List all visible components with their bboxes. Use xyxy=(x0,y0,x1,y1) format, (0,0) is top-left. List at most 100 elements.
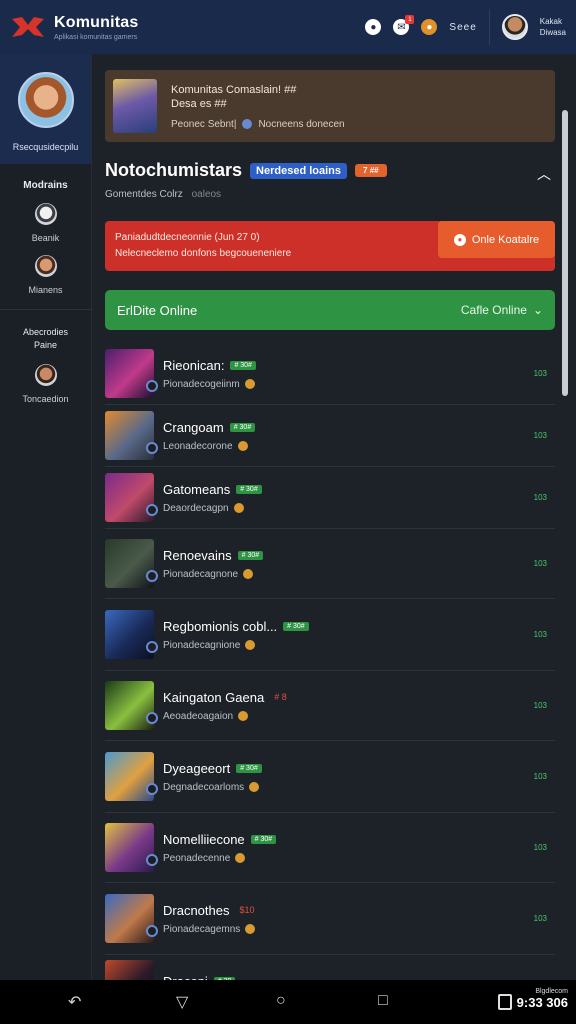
online-filter-bar[interactable]: ErlDite Online Cafle Online ⌄ xyxy=(105,290,555,330)
list-item[interactable]: Dracnothes $10 Pionadecagemns 103 xyxy=(105,883,555,955)
sidebar-section2-title: Abecrodies Paine xyxy=(0,326,91,352)
section-tag[interactable]: Nerdesed loains xyxy=(250,162,348,179)
sidebar-section-title: Modrains xyxy=(23,180,68,191)
banner-text: Komunitas Comaslain! ## Desa es ## Peone… xyxy=(171,83,345,130)
user-name-line1: Kakak xyxy=(539,17,562,26)
community-banner[interactable]: Komunitas Comaslain! ## Desa es ## Peone… xyxy=(105,70,555,142)
banner-info-text: Peonec Sebnt| xyxy=(171,118,237,130)
member-thumbnail xyxy=(105,610,158,659)
member-name: Rieonican: xyxy=(163,357,225,373)
member-sub: Pionadecagnione xyxy=(163,640,309,651)
banner-info-extra: Nocneens donecen xyxy=(258,118,345,130)
recents-icon[interactable]: □ xyxy=(378,992,388,1010)
member-subtitle: Degnadecoarloms xyxy=(163,781,245,793)
sidebar-section2-title-line1: Abecrodies xyxy=(22,327,69,337)
battery-icon xyxy=(498,994,512,1010)
top-icons: ● ✉ 1 ● Seee Kakak Diwasa xyxy=(365,9,566,45)
member-count: 103 xyxy=(533,369,547,378)
member-name-line: Renoevains # 30# xyxy=(163,547,264,563)
section-subtitle-extra: oaleos xyxy=(191,189,222,200)
member-name: Dyeageeort xyxy=(163,760,231,776)
list-item[interactable]: Rieonican: # 30# Pionadecogeiinm 103 xyxy=(105,343,555,405)
alert-action-label: Onle Koatalre xyxy=(471,233,540,246)
coin-icon xyxy=(245,640,256,650)
section-header: Notochumistars Nerdesed loains 7 ## ︿ Go… xyxy=(105,160,555,200)
status-badge-icon xyxy=(146,442,158,454)
member-count: 103 xyxy=(533,431,547,440)
alert-line2: Nelecneclemo donfons begcoueneniere xyxy=(115,248,292,259)
member-name-line: Gatomeans # 30# xyxy=(163,482,262,497)
member-info: Kaingaton Gaena # 8 Aeoadeoagaion xyxy=(163,690,291,722)
status-badge-icon xyxy=(146,854,158,866)
top-app-bar: Komunitas Aplikasi komunitas gamers ● ✉ 1… xyxy=(0,0,576,54)
sidebar-user[interactable]: Mianens xyxy=(0,255,91,295)
member-sub: Deaordecagpn xyxy=(163,503,262,514)
member-count: 103 xyxy=(533,493,547,502)
back-icon[interactable]: ↶ xyxy=(68,992,81,1012)
clock-date: Blgdlecom xyxy=(535,988,568,995)
level-badge: # 30# xyxy=(236,484,262,494)
banner-title-line1: Komunitas Comaslain! ## xyxy=(171,83,297,96)
banner-image xyxy=(113,79,157,133)
member-name-line: Kaingaton Gaena # 8 xyxy=(163,690,291,705)
list-item[interactable]: Gatomeans # 30# Deaordecagpn 103 xyxy=(105,467,555,529)
online-filter-dropdown[interactable]: Cafle Online ⌄ xyxy=(461,303,543,317)
main-content: Komunitas Comaslain! ## Desa es ## Peone… xyxy=(92,54,568,980)
list-item[interactable]: Crangoam # 30# Leonadecorone 103 xyxy=(105,405,555,467)
brand: Komunitas Aplikasi komunitas gamers xyxy=(54,14,138,41)
user-name[interactable]: Kakak Diwasa xyxy=(540,16,566,38)
system-nav-bar: ↶ ▽ ○ □ Blgdlecom 9:33 306 xyxy=(0,980,576,1024)
profile-label: Rsecqusidecpilu xyxy=(12,142,79,152)
member-info: Gatomeans # 30# Deaordecagpn xyxy=(163,482,262,514)
status-badge-icon xyxy=(146,570,158,582)
list-item[interactable]: Draconi # 30 xyxy=(105,955,555,980)
member-subtitle: Pionadecagnone xyxy=(163,568,239,580)
home-triangle-icon[interactable]: ▽ xyxy=(176,992,188,1012)
list-item[interactable]: Dyeageeort # 30# Degnadecoarloms 103 xyxy=(105,741,555,813)
coin-icon xyxy=(238,711,249,721)
level-badge: # 30# xyxy=(236,763,262,773)
member-sub: Aeoadeoagaion xyxy=(163,711,291,722)
chat-icon: ● xyxy=(453,233,466,246)
member-name: Renoevains xyxy=(163,547,232,563)
user-avatar[interactable] xyxy=(501,14,528,40)
sidebar-user[interactable]: Beanik xyxy=(0,203,91,243)
alert-action-button[interactable]: ● Onle Koatalre xyxy=(438,221,555,258)
brand-title: Komunitas xyxy=(54,13,139,31)
sidebar-user[interactable]: Toncaedion xyxy=(0,364,91,404)
list-item[interactable]: Nomelliiecone # 30# Peonadecenne 103 xyxy=(105,813,555,883)
notifications-icon[interactable]: ● xyxy=(365,19,382,35)
member-count: 103 xyxy=(533,772,547,781)
member-sub: Pionadecogeiinm xyxy=(163,379,256,390)
list-item[interactable]: Kaingaton Gaena # 8 Aeoadeoagaion 103 xyxy=(105,671,555,741)
member-subtitle: Pionadecagemns xyxy=(163,923,241,935)
scrollbar[interactable] xyxy=(562,110,568,396)
more-menu[interactable]: Seee xyxy=(449,22,476,33)
avatar xyxy=(34,203,57,225)
sidebar-profile[interactable]: Rsecqusidecpilu xyxy=(0,54,91,164)
list-item[interactable]: Renoevains # 30# Pionadecagnone 103 xyxy=(105,529,555,599)
member-count: 103 xyxy=(533,630,547,639)
member-sub: Leonadecorone xyxy=(163,441,255,452)
member-info: Rieonican: # 30# Pionadecogeiinm xyxy=(163,358,256,390)
online-label: ErlDite Online xyxy=(117,302,198,318)
coin-icon[interactable]: ● xyxy=(421,19,438,35)
level-badge: # 30# xyxy=(237,550,264,560)
member-thumbnail xyxy=(105,752,158,801)
home-circle-icon[interactable]: ○ xyxy=(276,992,286,1010)
member-sub: Pionadecagnone xyxy=(163,569,263,580)
messages-icon[interactable]: ✉ 1 xyxy=(393,15,415,35)
coin-icon xyxy=(244,379,255,389)
sidebar-divider xyxy=(0,309,92,310)
app-logo-icon[interactable] xyxy=(10,13,46,41)
list-item[interactable]: Regbomionis cobl... # 30# Pionadecagnion… xyxy=(105,599,555,671)
sidebar-section2-title-line2: Paine xyxy=(33,340,58,350)
collapse-chevron-icon[interactable]: ︿ xyxy=(537,164,551,182)
profile-avatar[interactable] xyxy=(17,72,74,128)
coin-icon xyxy=(249,782,260,792)
member-subtitle: Pionadecagnione xyxy=(163,639,241,651)
status-badge-icon xyxy=(146,783,158,795)
level-badge: $10 xyxy=(239,905,255,915)
member-thumbnail xyxy=(105,823,158,872)
status-badge-icon xyxy=(146,504,158,516)
